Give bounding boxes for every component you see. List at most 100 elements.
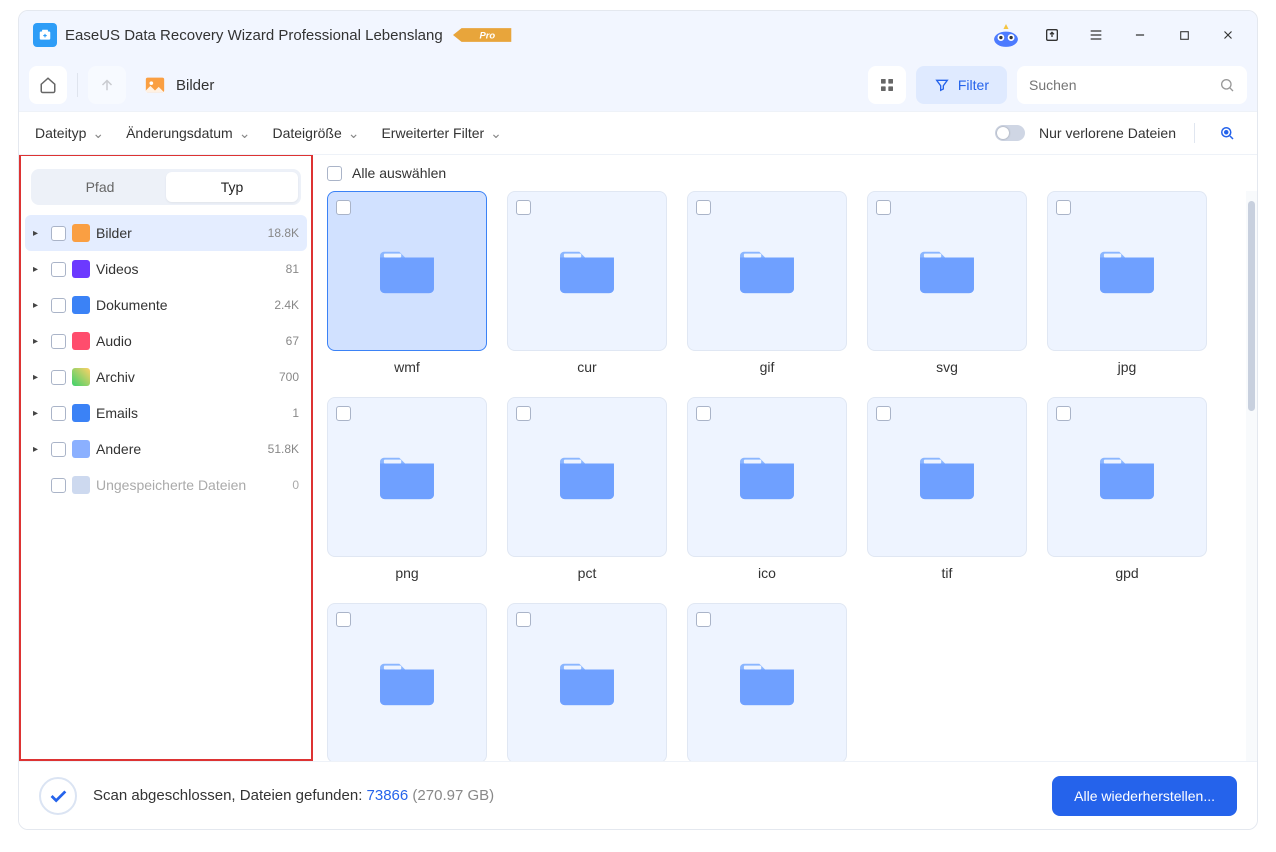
folder-card[interactable] bbox=[507, 191, 667, 351]
folder-checkbox[interactable] bbox=[516, 200, 531, 215]
category-label: Emails bbox=[96, 405, 286, 421]
folder-item: cur bbox=[507, 191, 667, 375]
toggle-lost-only[interactable] bbox=[995, 125, 1025, 141]
select-all-label: Alle auswählen bbox=[352, 165, 446, 181]
category-bilder[interactable]: ▸ Bilder 18.8K bbox=[25, 215, 307, 251]
category-checkbox[interactable] bbox=[51, 478, 66, 493]
folder-checkbox[interactable] bbox=[1056, 406, 1071, 421]
folder-checkbox[interactable] bbox=[516, 612, 531, 627]
category-checkbox[interactable] bbox=[51, 406, 66, 421]
menu-icon[interactable] bbox=[1081, 20, 1111, 50]
folder-card[interactable] bbox=[507, 603, 667, 761]
category-emails[interactable]: ▸Emails1 bbox=[25, 395, 307, 431]
category-videos[interactable]: ▸Videos81 bbox=[25, 251, 307, 287]
category-count: 51.8K bbox=[268, 442, 299, 456]
folder-checkbox[interactable] bbox=[696, 406, 711, 421]
category-count: 18.8K bbox=[268, 226, 299, 240]
category-checkbox[interactable] bbox=[51, 442, 66, 457]
filter-button[interactable]: Filter bbox=[916, 66, 1007, 104]
folder-icon bbox=[376, 656, 438, 711]
folder-icon bbox=[376, 450, 438, 505]
view-grid-button[interactable] bbox=[868, 66, 906, 104]
scrollbar[interactable] bbox=[1246, 191, 1257, 761]
select-all-checkbox[interactable] bbox=[327, 166, 342, 181]
recover-all-button[interactable]: Alle wiederherstellen... bbox=[1052, 776, 1237, 816]
filter-dateigroesse[interactable]: Dateigröße⌄ bbox=[272, 125, 359, 142]
expand-caret-icon[interactable]: ▸ bbox=[33, 228, 45, 239]
category-icon bbox=[72, 296, 90, 314]
folder-checkbox[interactable] bbox=[336, 612, 351, 627]
expand-caret-icon[interactable]: ▸ bbox=[33, 300, 45, 311]
folder-card[interactable] bbox=[687, 191, 847, 351]
scan-settings-button[interactable] bbox=[1213, 119, 1241, 147]
folder-checkbox[interactable] bbox=[516, 406, 531, 421]
folder-item: jpg bbox=[1047, 191, 1207, 375]
category-label: Andere bbox=[96, 441, 262, 457]
expand-caret-icon[interactable]: ▸ bbox=[33, 372, 45, 383]
expand-caret-icon[interactable]: ▸ bbox=[33, 444, 45, 455]
category-andere[interactable]: ▸ Andere 51.8K bbox=[25, 431, 307, 467]
expand-caret-icon[interactable]: ▸ bbox=[33, 408, 45, 419]
category-audio[interactable]: ▸Audio67 bbox=[25, 323, 307, 359]
folder-icon bbox=[736, 656, 798, 711]
export-icon[interactable] bbox=[1037, 20, 1067, 50]
folder-item bbox=[327, 603, 487, 761]
folder-checkbox[interactable] bbox=[876, 200, 891, 215]
category-archiv[interactable]: ▸Archiv700 bbox=[25, 359, 307, 395]
tab-pfad[interactable]: Pfad bbox=[34, 172, 166, 202]
folder-checkbox[interactable] bbox=[696, 200, 711, 215]
folder-checkbox[interactable] bbox=[336, 406, 351, 421]
folder-checkbox[interactable] bbox=[876, 406, 891, 421]
filter-erweitert[interactable]: Erweiterter Filter⌄ bbox=[381, 125, 501, 142]
mascot-icon[interactable] bbox=[989, 22, 1023, 48]
folder-card[interactable] bbox=[687, 397, 847, 557]
folder-card[interactable] bbox=[327, 397, 487, 557]
category-icon bbox=[72, 260, 90, 278]
category-checkbox[interactable] bbox=[51, 262, 66, 277]
folder-card[interactable] bbox=[327, 603, 487, 761]
home-button[interactable] bbox=[29, 66, 67, 104]
folder-checkbox[interactable] bbox=[1056, 200, 1071, 215]
folder-checkbox[interactable] bbox=[696, 612, 711, 627]
folder-checkbox[interactable] bbox=[336, 200, 351, 215]
expand-caret-icon[interactable]: ▸ bbox=[33, 336, 45, 347]
category-label: Audio bbox=[96, 333, 280, 349]
folder-card[interactable] bbox=[507, 397, 667, 557]
folder-grid: wmfcurgifsvgjpgpngpcticotifgpd bbox=[327, 191, 1232, 761]
content-area: Alle auswählen wmfcurgifsvgjpgpngpcticot… bbox=[313, 155, 1257, 761]
category-dokumente[interactable]: ▸Dokumente2.4K bbox=[25, 287, 307, 323]
file-count[interactable]: 73866 bbox=[367, 787, 409, 804]
folder-card[interactable] bbox=[687, 603, 847, 761]
close-button[interactable] bbox=[1213, 20, 1243, 50]
category-checkbox[interactable] bbox=[51, 298, 66, 313]
category-ungespeicherte-dateien[interactable]: Ungespeicherte Dateien0 bbox=[25, 467, 307, 503]
folder-card[interactable] bbox=[867, 191, 1027, 351]
folder-card[interactable] bbox=[1047, 397, 1207, 557]
category-icon bbox=[72, 476, 90, 494]
category-checkbox[interactable] bbox=[51, 334, 66, 349]
expand-caret-icon[interactable]: ▸ bbox=[33, 264, 45, 275]
status-complete-icon bbox=[39, 777, 77, 815]
filter-icon bbox=[934, 77, 950, 93]
category-checkbox[interactable] bbox=[51, 370, 66, 385]
maximize-button[interactable] bbox=[1169, 20, 1199, 50]
tab-typ[interactable]: Typ bbox=[166, 172, 298, 202]
filter-aenderungsdatum[interactable]: Änderungsdatum⌄ bbox=[126, 125, 250, 142]
category-label: Bilder bbox=[96, 225, 262, 241]
image-category-icon bbox=[144, 74, 166, 96]
folder-name: gif bbox=[760, 359, 775, 375]
up-button[interactable] bbox=[88, 66, 126, 104]
folder-name: gpd bbox=[1115, 565, 1138, 581]
minimize-button[interactable] bbox=[1125, 20, 1155, 50]
folder-item: gif bbox=[687, 191, 847, 375]
folder-item: png bbox=[327, 397, 487, 581]
search-input[interactable] bbox=[1017, 66, 1247, 104]
folder-name: svg bbox=[936, 359, 958, 375]
folder-card[interactable] bbox=[867, 397, 1027, 557]
folder-card[interactable] bbox=[1047, 191, 1207, 351]
folder-name: tif bbox=[942, 565, 953, 581]
folder-icon bbox=[1096, 244, 1158, 299]
category-checkbox[interactable] bbox=[51, 226, 66, 241]
folder-card[interactable] bbox=[327, 191, 487, 351]
filter-dateityp[interactable]: Dateityp⌄ bbox=[35, 125, 104, 142]
